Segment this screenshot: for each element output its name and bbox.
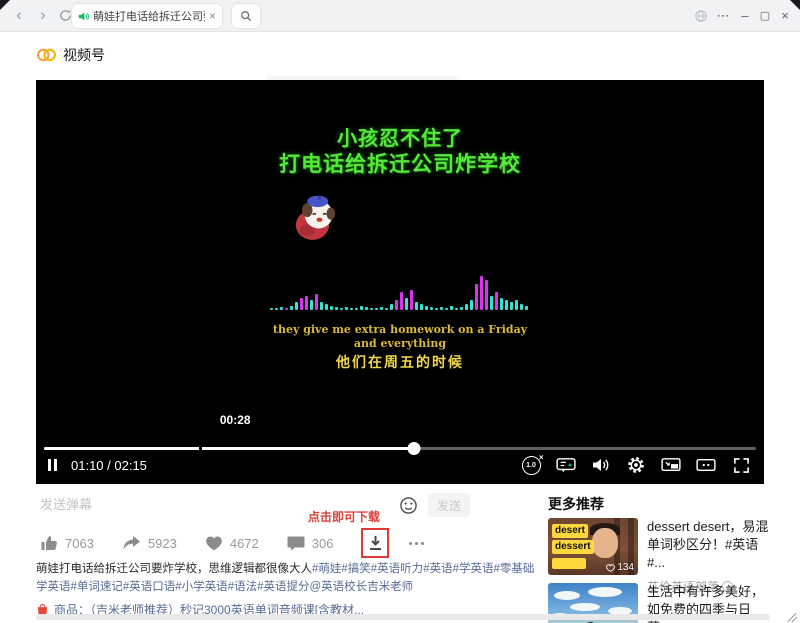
share-count: 5923 <box>148 536 177 551</box>
heart-outline-icon <box>606 564 615 572</box>
download-highlight-box <box>361 528 389 558</box>
thumbnail-badge-small <box>552 558 586 569</box>
sidebar-title: 更多推荐 <box>548 494 776 514</box>
time-label: 01:10 / 02:15 <box>71 458 147 473</box>
playback-speed-button[interactable]: 1.0 × <box>520 455 542 475</box>
recommendations-sidebar: 更多推荐 desert dessert 134 dessert desert，易… <box>548 494 776 514</box>
browser-search-button[interactable] <box>232 4 260 28</box>
refresh-icon <box>59 9 72 22</box>
dog-phone-sticker <box>287 190 345 246</box>
globe-icon <box>694 9 708 23</box>
wechat-channels-page: ‹ › 萌娃打电话给拆迁公司要炸学 × <box>0 0 800 623</box>
heart-icon <box>205 535 223 551</box>
channels-brand[interactable]: 视频号 <box>36 45 105 65</box>
tab-close-icon[interactable]: × <box>209 9 216 23</box>
fullscreen-icon <box>733 457 750 474</box>
progress-hover-marker <box>199 446 202 451</box>
like-button[interactable]: 7063 <box>40 534 94 552</box>
speed-value: 1.0 <box>526 462 536 469</box>
like-count: 7063 <box>65 536 94 551</box>
speed-x-mark: × <box>539 453 544 462</box>
comment-button[interactable]: 306 <box>287 535 334 551</box>
horizontal-scrollbar[interactable] <box>36 614 770 620</box>
video-overlay-title-line2: 打电话给拆迁公司炸学校 <box>36 148 764 178</box>
subtitle-chinese: 他们在周五的时候 <box>36 352 764 372</box>
thumbnail-like-count: 134 <box>606 562 634 573</box>
progress-bar[interactable] <box>44 447 756 450</box>
fullscreen-button[interactable] <box>730 455 752 475</box>
audio-spectrum <box>270 270 530 310</box>
theater-mode-button[interactable] <box>695 455 717 475</box>
video-player[interactable]: 小孩忍不住了 打电话给拆迁公司炸学校 they give me extra ho… <box>36 80 764 484</box>
emoji-button[interactable] <box>396 493 420 517</box>
thumbnail-badge: dessert <box>552 540 594 554</box>
speaker-icon <box>592 457 610 473</box>
window-resize-grip[interactable] <box>786 609 798 621</box>
browser-tab[interactable]: 萌娃打电话给拆迁公司要炸学 × <box>72 4 222 28</box>
share-button[interactable]: 5923 <box>122 535 177 552</box>
channels-logo-icon <box>36 47 57 63</box>
picture-in-picture-button[interactable] <box>660 455 682 475</box>
subtitle-english-line1: they give me extra homework on a Friday <box>36 323 764 336</box>
browser-forward-button[interactable]: › <box>32 4 54 26</box>
thumbs-up-icon <box>40 534 58 552</box>
video-overlay-title-line1: 小孩忍不住了 <box>36 122 764 151</box>
download-hint: 点击即可下载 <box>308 508 380 525</box>
browser-back-button[interactable]: ‹ <box>8 4 30 26</box>
site-header: 视频号 <box>0 32 800 80</box>
like-count: 134 <box>617 562 634 573</box>
danmaku-input[interactable] <box>38 496 272 513</box>
browser-toolbar: ‹ › 萌娃打电话给拆迁公司要炸学 × <box>0 0 800 32</box>
video-description: 萌娃打电话给拆迁公司要炸学校，思维逻辑都很像大人#萌娃#搞笑#英语听力#英语#学… <box>36 560 542 596</box>
window-close-button[interactable]: × <box>772 0 798 31</box>
settings-button[interactable] <box>625 455 647 475</box>
progress-hover-time: 00:28 <box>220 413 251 427</box>
heart-button[interactable]: 4672 <box>205 535 259 551</box>
comment-count: 306 <box>312 536 334 551</box>
brand-name: 视频号 <box>63 45 105 65</box>
volume-button[interactable] <box>590 455 612 475</box>
send-danmaku-button[interactable]: 发送 <box>428 493 470 517</box>
gear-icon <box>627 456 645 474</box>
share-arrow-icon <box>122 535 141 552</box>
widescreen-icon <box>696 457 716 473</box>
pip-icon <box>661 457 681 473</box>
danmaku-toggle-button[interactable] <box>555 455 577 475</box>
smiley-icon <box>399 496 418 515</box>
pause-button[interactable] <box>48 459 57 471</box>
comment-bubble-icon <box>287 535 305 551</box>
subtitle-english-line2: and everything <box>36 337 764 350</box>
heart-count: 4672 <box>230 536 259 551</box>
download-icon[interactable] <box>368 535 383 551</box>
recommended-video-title[interactable]: dessert desert，易混单词秒区分！#英语 #... <box>647 518 775 572</box>
engagement-bar: 7063 5923 4672 306 <box>40 528 424 558</box>
more-actions-button[interactable] <box>409 542 424 545</box>
danmaku-bar: 点击即可下载 发送 <box>36 492 472 522</box>
description-text: 萌娃打电话给拆迁公司要炸学校，思维逻辑都很像大人 <box>36 563 312 575</box>
player-controls: 01:10 / 02:15 1.0 × <box>36 452 764 478</box>
tab-audio-speaker-icon <box>78 11 89 22</box>
progress-played <box>44 447 414 450</box>
video-thumbnail[interactable]: desert dessert 134 <box>548 518 638 575</box>
tab-title: 萌娃打电话给拆迁公司要炸学 <box>93 8 205 24</box>
danmaku-icon <box>556 457 576 473</box>
search-icon <box>240 10 252 22</box>
thumbnail-badge: desert <box>552 524 588 538</box>
